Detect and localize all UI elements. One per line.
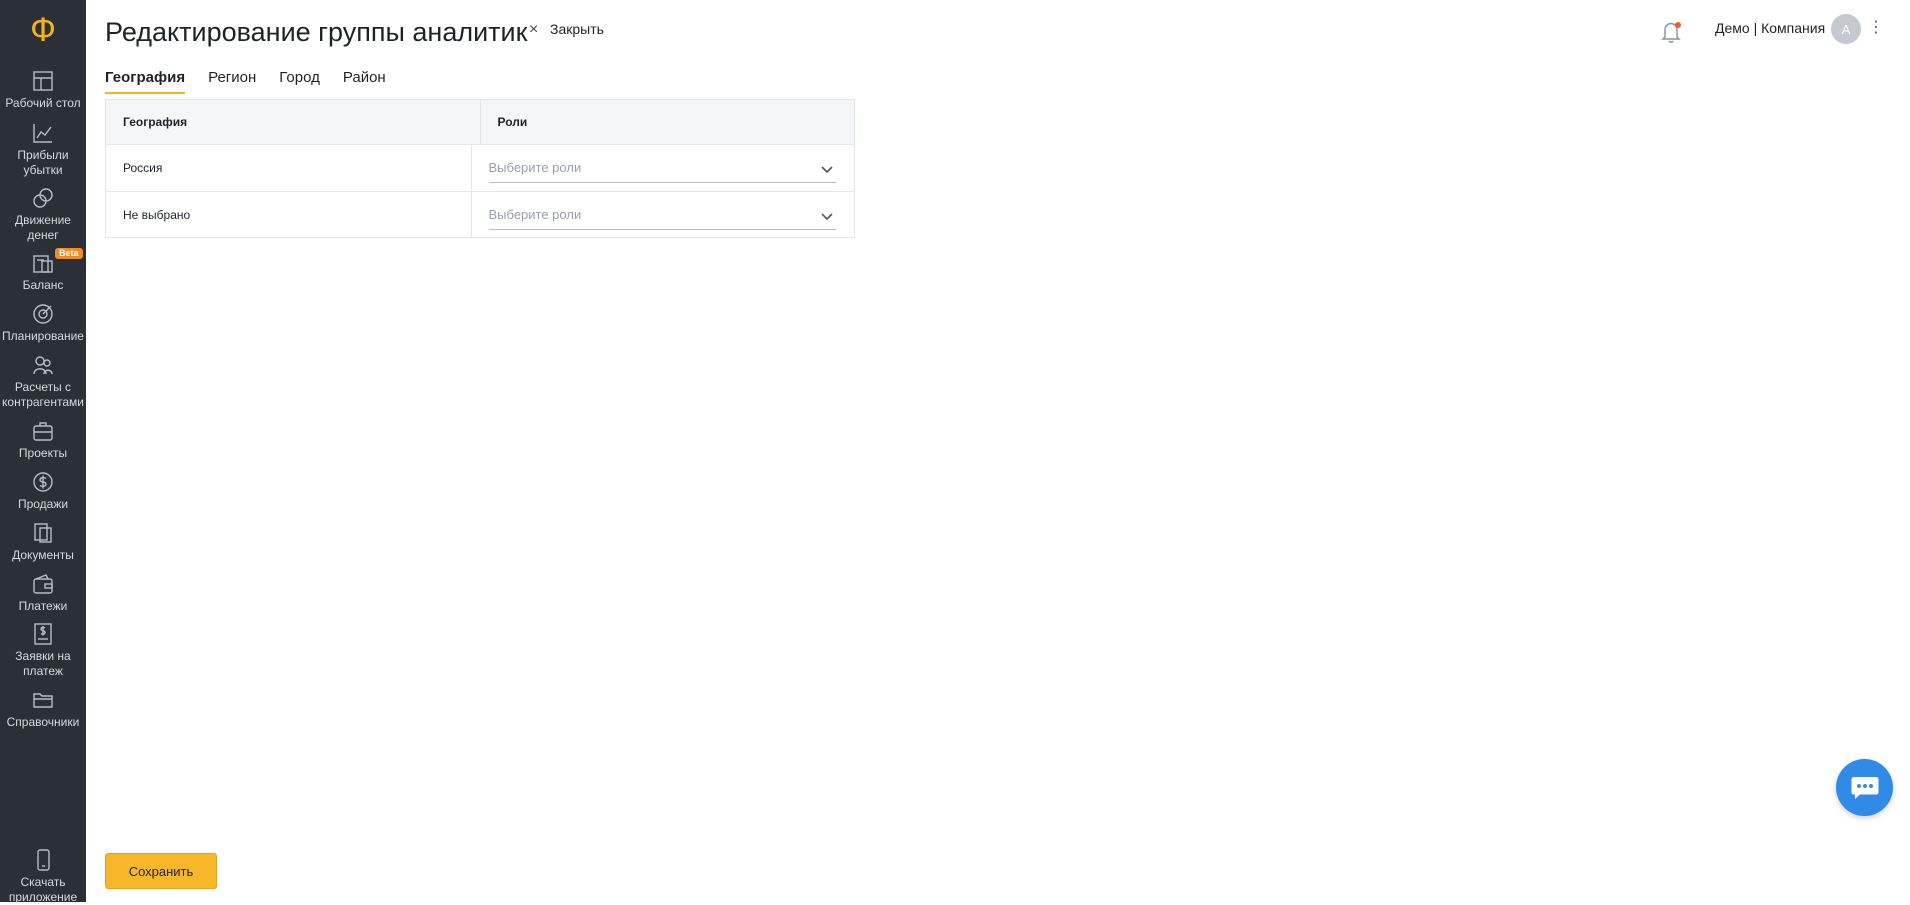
sidebar-item-label: Документы <box>12 548 74 562</box>
notifications-button[interactable] <box>1660 20 1682 44</box>
roles-select-placeholder: Выберите роли <box>488 160 582 175</box>
sidebar-item-balance[interactable]: Beta Баланс <box>0 248 86 293</box>
sidebar-item-label: Справочники <box>6 715 80 729</box>
sidebar-item-projects[interactable]: Проекты <box>0 420 86 461</box>
handshake-icon <box>33 356 53 375</box>
sidebar-item-planning[interactable]: Планирование <box>0 303 86 344</box>
row-name: Россия <box>123 161 163 175</box>
page-title: Редактирование группы аналитик <box>105 17 528 47</box>
documents-icon <box>34 523 52 543</box>
sidebar-item-label: Расчеты с контрагентами <box>2 380 84 409</box>
sidebar: Ф Рабочий стол Прибыли убытки Движение д… <box>0 0 86 905</box>
roles-select-placeholder: Выберите роли <box>488 206 582 222</box>
sidebar-item-sales[interactable]: Продажи <box>0 471 86 512</box>
roles-select[interactable]: Выберите роли <box>488 153 836 183</box>
sidebar-item-documents[interactable]: Документы <box>0 522 86 563</box>
tab-city[interactable]: Город <box>279 68 320 94</box>
briefcase-icon <box>33 422 53 441</box>
dollar-icon <box>33 472 53 492</box>
sidebar-item-label: Заявки на платеж <box>15 649 71 678</box>
sidebar-item-label: Проекты <box>18 446 68 460</box>
invoice-icon <box>34 623 52 645</box>
sidebar-item-label: Движение денег <box>15 213 71 242</box>
tab-geography[interactable]: География <box>105 68 186 94</box>
sidebar-item-payments[interactable]: Платежи <box>0 573 86 614</box>
roles-cell: Выберите роли <box>470 192 855 237</box>
sidebar-item-profit-loss[interactable]: Прибыли убытки <box>0 122 86 178</box>
roles-table: География Роли Россия Выберите роли Не в… <box>105 99 855 238</box>
column-header-roles: Роли <box>479 100 855 144</box>
sidebar-item-label: Продажи <box>17 497 69 511</box>
table-header: География Роли <box>106 100 854 145</box>
app-logo[interactable]: Ф <box>0 8 86 52</box>
target-icon <box>33 304 53 324</box>
chevron-down-icon <box>820 209 834 223</box>
folder-icon <box>33 693 53 708</box>
row-name: Не выбрано <box>123 207 191 222</box>
chevron-down-icon <box>820 162 834 176</box>
balance-icon <box>33 255 53 273</box>
sidebar-item-label: Платежи <box>18 599 68 613</box>
avatar[interactable]: А <box>1831 14 1861 44</box>
table-row: Не выбрано Выберите роли <box>106 191 854 237</box>
sidebar-item-label: Планирование <box>2 329 84 343</box>
tab-region[interactable]: Регион <box>208 68 256 94</box>
analytics-tabs: География Регион Город Район <box>105 68 386 94</box>
phone-icon <box>37 849 50 871</box>
column-header-geography: География <box>123 115 188 129</box>
desktop-icon <box>33 71 53 91</box>
company-selector[interactable]: Демо | Компания <box>1715 20 1825 36</box>
coins-icon <box>33 188 53 208</box>
sidebar-item-counterparties[interactable]: Расчеты с контрагентами <box>0 354 86 410</box>
sidebar-item-references[interactable]: Справочники <box>0 689 86 730</box>
sidebar-item-cashflow[interactable]: Движение денег <box>0 187 86 243</box>
roles-select[interactable]: Выберите роли <box>488 200 836 230</box>
sidebar-item-label: Баланс <box>22 278 64 292</box>
beta-badge: Beta <box>55 248 83 259</box>
table-row: Россия Выберите роли <box>106 145 854 191</box>
sidebar-item-label: Рабочий стол <box>5 96 81 110</box>
roles-cell: Выберите роли <box>470 145 855 191</box>
more-menu-icon[interactable]: ⋮ <box>1868 18 1884 38</box>
close-icon[interactable]: × <box>529 21 538 39</box>
notification-dot <box>1675 22 1681 28</box>
tab-district[interactable]: Район <box>343 68 386 94</box>
wallet-icon <box>33 574 53 594</box>
chat-icon <box>1851 776 1878 799</box>
sidebar-item-desktop[interactable]: Рабочий стол <box>0 70 86 111</box>
download-app[interactable]: Скачать приложение <box>0 849 86 905</box>
sidebar-item-payment-requests[interactable]: Заявки на платеж <box>0 623 86 679</box>
save-button[interactable]: Сохранить <box>105 853 217 889</box>
close-button[interactable]: Закрыть <box>550 21 604 37</box>
sidebar-item-label: Прибыли убытки <box>17 148 69 177</box>
download-app-label: Скачать приложение <box>8 875 78 904</box>
chat-button[interactable] <box>1836 759 1893 816</box>
chart-icon <box>33 124 52 143</box>
